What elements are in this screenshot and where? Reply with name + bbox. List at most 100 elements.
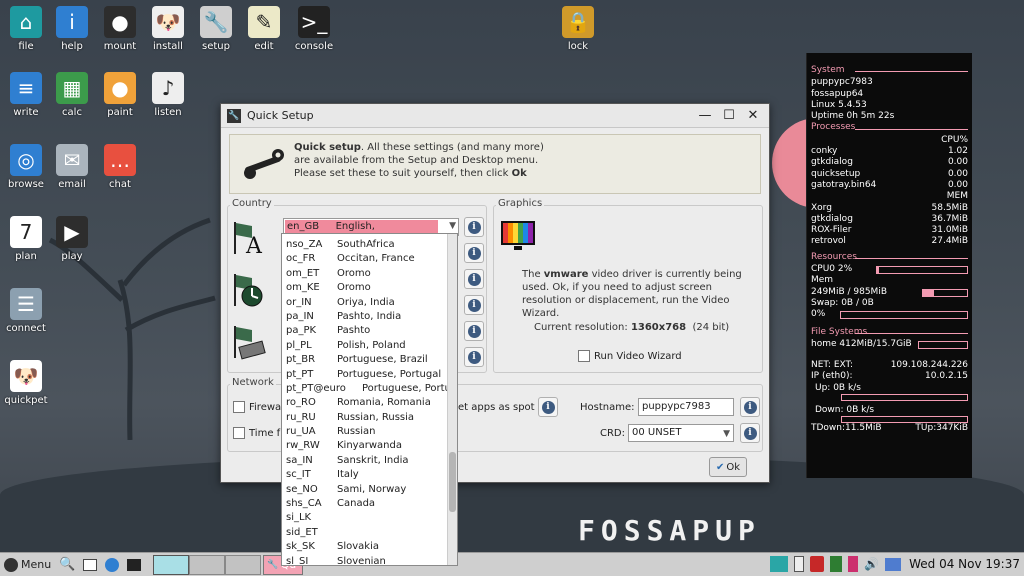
network-tray-icon[interactable]: [770, 556, 788, 572]
locale-option[interactable]: om_ET Oromo: [282, 267, 457, 281]
locale-dropdown-list[interactable]: nso_ZA SouthAfrica oc_FR Occitan, France om_…: [281, 233, 458, 566]
locale-option[interactable]: pt_PT@euro Portuguese, Portu: [282, 382, 457, 396]
cpu-tray-icon[interactable]: [848, 556, 858, 572]
taskbar-clock[interactable]: Wed 04 Nov 19:37: [909, 557, 1020, 571]
network-group-label: Network: [230, 377, 276, 388]
desktop-icon-install[interactable]: 🐶 install: [142, 6, 194, 52]
info-button-3[interactable]: i: [464, 269, 484, 289]
desktop-icon-label: install: [153, 41, 183, 52]
info-button-5[interactable]: i: [464, 321, 484, 341]
desktop-icon-paint[interactable]: ● paint: [94, 72, 146, 118]
desktop-icon-browse[interactable]: ◎ browse: [0, 144, 52, 190]
locale-option[interactable]: si_LK: [282, 511, 457, 525]
desktop-icon-label: plan: [15, 251, 37, 262]
locale-name: Pashto, India: [337, 310, 402, 322]
hostname-info-button[interactable]: i: [740, 397, 760, 417]
locale-option[interactable]: om_KE Oromo: [282, 281, 457, 295]
desktop-icon-help[interactable]: i help: [46, 6, 98, 52]
net-ext-value: 109.108.244.226: [890, 360, 968, 371]
locale-option[interactable]: ro_RO Romania, Romania: [282, 396, 457, 410]
info-button-4[interactable]: i: [464, 295, 484, 315]
crd-select[interactable]: 00 UNSET ▼: [628, 424, 734, 442]
volume-tray-icon[interactable]: 🔊: [864, 557, 879, 571]
desktop-icon-chat[interactable]: … chat: [94, 144, 146, 190]
desktop-icon-lock[interactable]: 🔒 lock: [552, 6, 604, 52]
battery-tray-icon[interactable]: [830, 556, 842, 572]
folder-tray-icon[interactable]: [884, 557, 901, 571]
show-desktop-icon[interactable]: [83, 558, 98, 571]
checkbox-box[interactable]: [578, 350, 590, 362]
checkbox-box[interactable]: [233, 401, 245, 413]
scrollbar-thumb[interactable]: [449, 452, 456, 512]
desktop-icon-console[interactable]: >_ console: [288, 6, 340, 52]
close-button[interactable]: ✕: [743, 108, 763, 123]
desktop-icon-play[interactable]: ▶ play: [46, 216, 98, 262]
locale-option[interactable]: ru_UA Russian: [282, 425, 457, 439]
locale-code: ro_RO: [286, 397, 316, 409]
hostname-input[interactable]: puppypc7983: [638, 398, 734, 416]
locale-option[interactable]: pt_PT Portuguese, Portugal: [282, 368, 457, 382]
window-titlebar[interactable]: 🔧 Quick Setup — ☐ ✕: [221, 104, 769, 128]
minimize-button[interactable]: —: [695, 108, 715, 123]
locale-option[interactable]: rw_RW Kinyarwanda: [282, 439, 457, 453]
globe-icon[interactable]: [105, 557, 120, 572]
clipboard-tray-icon[interactable]: [794, 556, 804, 572]
locale-option[interactable]: sk_SK Slovakia: [282, 540, 457, 554]
desktop-icon-write[interactable]: ≡ write: [0, 72, 52, 118]
firewall-checkbox[interactable]: Firewa: [233, 401, 281, 413]
locale-option[interactable]: pa_PK Pashto: [282, 324, 457, 338]
desktop-icon-calc[interactable]: ▦ calc: [46, 72, 98, 118]
locale-option[interactable]: se_NO Sami, Norway: [282, 483, 457, 497]
menu-button[interactable]: Menu: [0, 557, 55, 572]
locale-option[interactable]: sid_ET: [282, 526, 457, 540]
mem-value: 249MiB / 985MiB: [811, 286, 887, 297]
locale-name: Canada: [337, 498, 376, 510]
firewall-tray-icon[interactable]: [810, 556, 824, 572]
workspace-3[interactable]: [225, 554, 262, 575]
desktop-icon-file[interactable]: ⌂ file: [0, 6, 52, 52]
video-wizard-checkbox[interactable]: Run Video Wizard: [578, 350, 682, 362]
ok-button[interactable]: ✔ Ok: [709, 457, 747, 477]
desktop-icon-label: file: [18, 41, 34, 52]
workspace-2[interactable]: [189, 554, 226, 575]
desktop-icon-plan[interactable]: 7 plan: [0, 216, 52, 262]
locale-info-button[interactable]: i: [464, 217, 484, 237]
workspace-1[interactable]: [153, 554, 190, 575]
locale-option[interactable]: or_IN Oriya, India: [282, 296, 457, 310]
apps-spot-info-button[interactable]: i: [538, 397, 558, 417]
desktop-icon-label: lock: [567, 41, 589, 52]
dropdown-scrollbar[interactable]: [447, 234, 457, 565]
desktop-icon-edit[interactable]: ✎ edit: [238, 6, 290, 52]
locale-option[interactable]: nso_ZA SouthAfrica: [282, 238, 457, 252]
info-button-2[interactable]: i: [464, 243, 484, 263]
desktop-icon-listen[interactable]: ♪ listen: [142, 72, 194, 118]
process-row: Xorg 58.5MiB: [811, 203, 968, 214]
locale-code: pa_PK: [286, 325, 317, 337]
search-icon[interactable]: 🔍: [59, 557, 75, 572]
terminal-icon[interactable]: [127, 558, 142, 571]
locale-option[interactable]: sa_IN Sanskrit, India: [282, 454, 457, 468]
locale-option[interactable]: pl_PL Polish, Poland: [282, 339, 457, 353]
process-name: retrovol: [811, 236, 846, 247]
locale-option[interactable]: oc_FR Occitan, France: [282, 252, 457, 266]
desktop-icon-email[interactable]: ✉ email: [46, 144, 98, 190]
locale-option[interactable]: sc_IT Italy: [282, 468, 457, 482]
checkbox-box[interactable]: [233, 427, 245, 439]
process-row: gtkdialog 36.7MiB: [811, 214, 968, 225]
maximize-button[interactable]: ☐: [719, 108, 739, 123]
locale-option[interactable]: sl_SI Slovenian: [282, 555, 457, 565]
locale-option[interactable]: ru_RU Russian, Russia: [282, 411, 457, 425]
info-button-6[interactable]: i: [464, 347, 484, 367]
desktop-icon-mount[interactable]: ● mount: [94, 6, 146, 52]
locale-option[interactable]: pt_BR Portuguese, Brazil: [282, 353, 457, 367]
desktop-pager[interactable]: [153, 554, 262, 575]
locale-option[interactable]: pa_IN Pashto, India: [282, 310, 457, 324]
desktop-icon-connect[interactable]: ☰ connect: [0, 288, 52, 334]
locale-name: Oriya, India: [337, 296, 395, 308]
crd-info-button[interactable]: i: [740, 423, 760, 443]
time-checkbox[interactable]: Time fr: [233, 427, 284, 439]
locale-option[interactable]: shs_CA Canada: [282, 497, 457, 511]
pencil-notepad-icon: ✎: [248, 6, 280, 38]
desktop-icon-setup[interactable]: 🔧 setup: [190, 6, 242, 52]
desktop-icon-quickpet[interactable]: 🐶 quickpet: [0, 360, 52, 406]
